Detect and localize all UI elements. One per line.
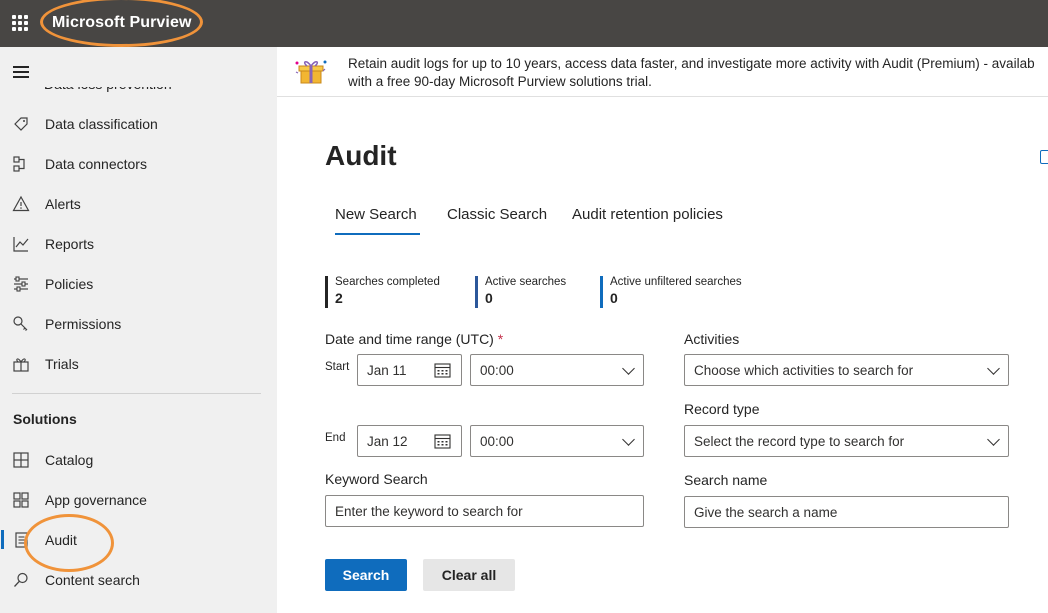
stat-value: 0 xyxy=(485,290,493,306)
chevron-down-icon xyxy=(987,362,1000,375)
sidebar-section-solutions: Solutions xyxy=(13,411,77,427)
stat-label: Active unfiltered searches xyxy=(610,276,742,288)
sidebar-item-label: Alerts xyxy=(45,196,81,212)
sidebar-item-data-connectors[interactable]: Data connectors xyxy=(0,146,277,182)
sidebar-item-label: Policies xyxy=(45,276,94,292)
sidebar-item-label: Audit xyxy=(45,532,77,548)
search-icon xyxy=(14,572,28,587)
active-indicator xyxy=(1,530,4,549)
sidebar-item-partial[interactable]: Data loss prevention xyxy=(44,87,172,92)
sidebar-item-label: Trials xyxy=(45,356,79,372)
sliders-icon xyxy=(14,276,28,292)
gift-icon xyxy=(13,358,29,372)
clear-all-button[interactable]: Clear all xyxy=(423,559,515,591)
record-type-placeholder: Select the record type to search for xyxy=(694,434,905,449)
required-mark: * xyxy=(497,331,504,347)
sidebar-item-app-governance[interactable]: App governance xyxy=(0,482,277,518)
search-name-placeholder: Give the search a name xyxy=(694,505,838,520)
sidebar-item-audit[interactable]: Audit xyxy=(0,522,277,558)
sidebar-item-label: Permissions xyxy=(45,316,122,332)
sidebar-item-catalog[interactable]: Catalog xyxy=(0,442,277,478)
end-label: End xyxy=(325,432,346,444)
sidebar-item-label: Reports xyxy=(45,236,95,252)
top-bar: Microsoft Purview xyxy=(0,0,1048,47)
start-date-picker[interactable]: Jan 11 xyxy=(357,354,462,386)
document-icon xyxy=(15,532,28,548)
activities-dropdown[interactable]: Choose which activities to search for xyxy=(684,354,1009,386)
tab-new-search[interactable]: New Search xyxy=(335,206,417,223)
stat-bar xyxy=(325,276,328,308)
stat-value: 0 xyxy=(610,290,618,306)
date-range-label: Date and time range (UTC) * xyxy=(325,331,503,347)
hamburger-menu-icon[interactable] xyxy=(13,66,29,78)
chevron-down-icon xyxy=(622,362,635,375)
feedback-icon[interactable] xyxy=(1040,150,1048,164)
sidebar-item-label: Data classification xyxy=(45,116,158,132)
search-button[interactable]: Search xyxy=(325,559,407,591)
trial-banner: Retain audit logs for up to 10 years, ac… xyxy=(277,47,1048,97)
app-title[interactable]: Microsoft Purview xyxy=(52,14,192,32)
tag-icon xyxy=(14,117,28,131)
grid-icon xyxy=(13,452,29,468)
sidebar-item-label: Data connectors xyxy=(45,156,147,172)
calendar-icon[interactable] xyxy=(434,362,451,378)
sidebar-item-trials[interactable]: Trials xyxy=(0,346,277,382)
chart-icon xyxy=(13,237,29,252)
alert-icon xyxy=(12,195,30,212)
date-range-label-text: Date and time range (UTC) xyxy=(325,331,494,347)
start-label: Start xyxy=(325,361,350,373)
stat-searches-completed: Searches completed 2 xyxy=(325,276,440,308)
activities-label: Activities xyxy=(684,331,740,347)
search-name-label: Search name xyxy=(684,472,768,488)
sidebar-item-label: App governance xyxy=(45,492,147,508)
end-date-picker[interactable]: Jan 12 xyxy=(357,425,462,457)
stat-active-searches: Active searches 0 xyxy=(475,276,566,308)
chevron-down-icon xyxy=(622,433,635,446)
keyword-search-label: Keyword Search xyxy=(325,471,428,487)
gift-box-icon xyxy=(295,60,327,84)
record-type-label: Record type xyxy=(684,401,760,417)
calendar-icon[interactable] xyxy=(434,433,451,449)
sidebar-divider xyxy=(12,393,261,394)
start-time-dropdown[interactable]: 00:00 xyxy=(470,354,644,386)
banner-message: Retain audit logs for up to 10 years, ac… xyxy=(348,55,1035,91)
start-date-value: Jan 11 xyxy=(367,363,407,378)
keyword-search-placeholder: Enter the keyword to search for xyxy=(335,504,523,519)
record-type-dropdown[interactable]: Select the record type to search for xyxy=(684,425,1009,457)
end-date-value: Jan 12 xyxy=(367,434,408,449)
end-time-value: 00:00 xyxy=(480,434,514,449)
stat-bar xyxy=(475,276,478,308)
sidebar: Data loss prevention Data classification… xyxy=(0,47,277,613)
sidebar-item-alerts[interactable]: Alerts xyxy=(0,186,277,222)
sidebar-item-label: Content search xyxy=(45,572,140,588)
chevron-down-icon xyxy=(987,433,1000,446)
start-time-value: 00:00 xyxy=(480,363,514,378)
sidebar-item-permissions[interactable]: Permissions xyxy=(0,306,277,342)
key-icon xyxy=(13,316,28,331)
tab-audit-retention-policies[interactable]: Audit retention policies xyxy=(572,206,723,223)
stat-label: Active searches xyxy=(485,276,567,288)
sidebar-item-policies[interactable]: Policies xyxy=(0,266,277,302)
sidebar-item-label: Catalog xyxy=(45,452,94,468)
banner-line-2: with a free 90-day Microsoft Purview sol… xyxy=(348,74,652,89)
sidebar-item-reports[interactable]: Reports xyxy=(0,226,277,262)
app-launcher-icon[interactable] xyxy=(12,15,28,31)
tab-selected-indicator xyxy=(335,233,420,235)
sidebar-item-data-classification[interactable]: Data classification xyxy=(0,106,277,142)
connector-icon xyxy=(13,156,25,172)
stat-value: 2 xyxy=(335,290,343,306)
stat-label: Searches completed xyxy=(335,276,440,288)
end-time-dropdown[interactable]: 00:00 xyxy=(470,425,644,457)
activities-placeholder: Choose which activities to search for xyxy=(694,363,914,378)
apps-icon xyxy=(13,492,29,508)
page-title: Audit xyxy=(325,140,397,171)
sidebar-item-content-search[interactable]: Content search xyxy=(0,562,277,598)
stat-active-unfiltered-searches: Active unfiltered searches 0 xyxy=(600,276,742,308)
search-name-input[interactable]: Give the search a name xyxy=(684,496,1009,528)
banner-line-1: Retain audit logs for up to 10 years, ac… xyxy=(348,56,1035,71)
tab-classic-search[interactable]: Classic Search xyxy=(447,206,547,223)
keyword-search-input[interactable]: Enter the keyword to search for xyxy=(325,495,644,527)
stat-bar xyxy=(600,276,603,308)
